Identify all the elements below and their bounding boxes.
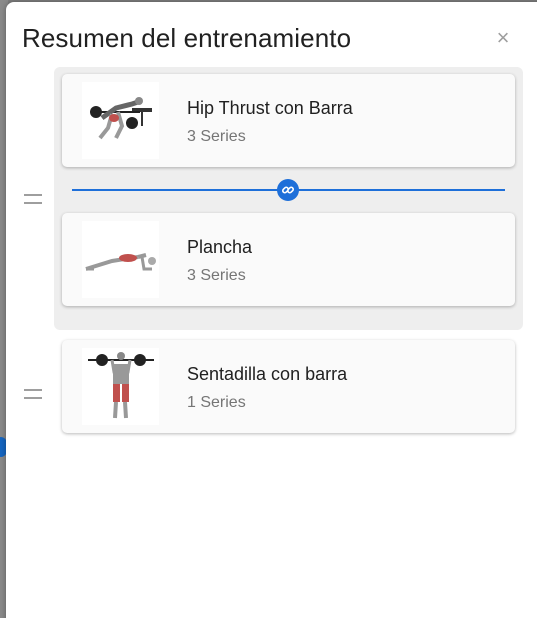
exercise-sets: 3 Series <box>187 128 246 145</box>
exercise-card[interactable]: Hip Thrust con Barra 3 Series <box>62 74 515 167</box>
dialog-title: Resumen del entrenamiento <box>22 23 352 53</box>
plank-image <box>82 221 159 298</box>
exercise-card[interactable]: Sentadilla con barra 1 Series <box>62 340 515 433</box>
exercise-name: Plancha <box>187 237 253 257</box>
superset-link-button[interactable] <box>277 179 299 201</box>
barbell-squat-image <box>82 348 159 425</box>
barbell-squat-figure-icon <box>88 352 154 419</box>
superset-drag-handle[interactable] <box>24 194 42 204</box>
hip-thrust-image <box>82 82 159 159</box>
exercise-sets: 1 Series <box>187 394 246 411</box>
close-icon: × <box>496 25 510 50</box>
plank-figure-icon <box>85 253 156 271</box>
exercise-card[interactable]: Plancha 3 Series <box>62 213 515 306</box>
link-icon <box>281 186 295 194</box>
hip-thrust-figure-icon <box>90 97 152 140</box>
exercise-name: Hip Thrust con Barra <box>187 98 353 118</box>
exercise-name: Sentadilla con barra <box>187 364 348 384</box>
exercise-drag-handle[interactable] <box>24 389 42 399</box>
workout-summary-dialog: Resumen del entrenamiento × Hip Thrust c… <box>6 2 537 618</box>
close-button[interactable]: × <box>492 26 514 50</box>
exercise-sets: 3 Series <box>187 267 246 284</box>
